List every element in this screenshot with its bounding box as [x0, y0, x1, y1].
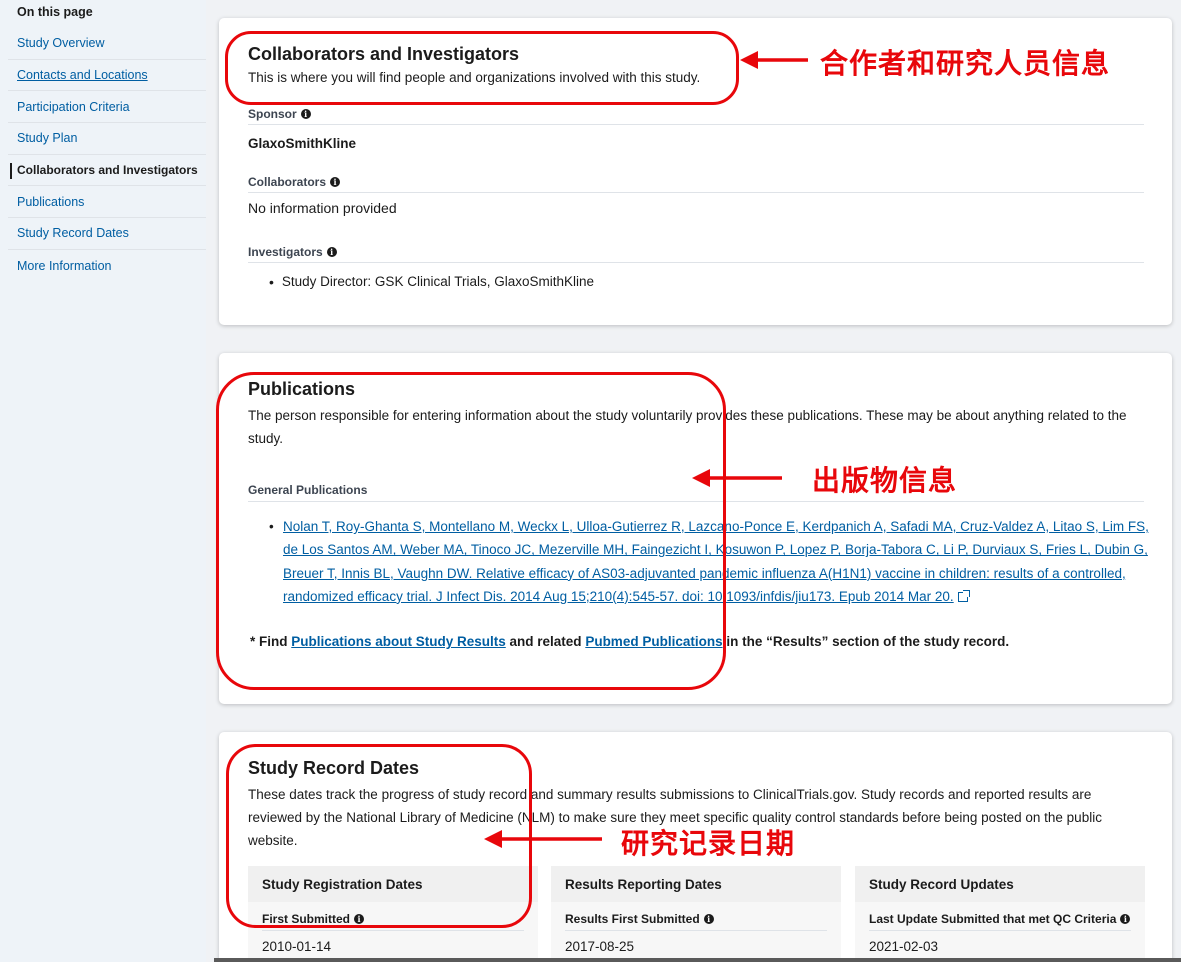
info-circle-icon[interactable]: i — [330, 177, 341, 187]
column-value: 2017-08-25 — [565, 939, 635, 954]
annotation-label-record-dates: 研究记录日期 — [621, 827, 796, 860]
bottom-edge — [214, 958, 1181, 962]
column-header: Results Reporting Dates — [551, 866, 841, 902]
results-reporting-dates-column: Results Reporting Dates Results First Su… — [551, 866, 841, 962]
sidebar-item-more-information[interactable]: More Information — [8, 250, 206, 282]
collaborators-value: No information provided — [248, 200, 397, 216]
divider — [248, 262, 1144, 263]
sidebar-list: Study Overview Contacts and Locations Pa… — [8, 28, 206, 282]
column-field-label: Last Update Submitted that met QC Criter… — [869, 912, 1131, 926]
divider — [869, 930, 1131, 931]
info-circle-icon[interactable]: i — [703, 914, 714, 924]
sidebar-nav: On this page Study Overview Contacts and… — [0, 0, 206, 962]
annotation-arrow-collaborators — [740, 51, 808, 69]
column-value: 2010-01-14 — [262, 939, 332, 954]
info-circle-icon[interactable]: i — [300, 109, 311, 119]
investigator-item: • Study Director: GSK Clinical Trials, G… — [269, 274, 595, 290]
sidebar-item-participation-criteria[interactable]: Participation Criteria — [8, 91, 206, 124]
column-value: 2021-02-03 — [869, 939, 939, 954]
collaborators-label: Collaborators i — [248, 175, 341, 189]
sidebar-item-study-record-dates[interactable]: Study Record Dates — [8, 218, 206, 250]
sidebar-item-study-overview[interactable]: Study Overview — [8, 28, 206, 60]
annotation-arrow-record-dates — [484, 830, 602, 848]
annotation-label-collaborators: 合作者和研究人员信息 — [820, 47, 1111, 80]
sidebar-item-contacts-and-locations[interactable]: Contacts and Locations — [8, 60, 206, 92]
investigators-label: Investigators i — [248, 245, 337, 259]
info-circle-icon[interactable]: i — [1120, 914, 1131, 924]
record-updates-column: Study Record Updates Last Update Submitt… — [855, 866, 1145, 962]
info-circle-icon[interactable]: i — [326, 247, 337, 257]
annotation-box-publications — [216, 372, 726, 690]
column-header: Study Record Updates — [855, 866, 1145, 902]
annotation-label-publications: 出版物信息 — [812, 464, 958, 497]
sponsor-label: Sponsor i — [248, 107, 311, 121]
column-field-label: Results First Submitted i — [565, 912, 714, 926]
sponsor-value: GlaxoSmithKline — [248, 136, 357, 151]
bullet-icon: • — [269, 274, 274, 290]
annotation-arrow-publications — [692, 469, 782, 487]
annotation-box-collaborators — [225, 31, 739, 105]
divider — [248, 124, 1144, 125]
sidebar-item-study-plan[interactable]: Study Plan — [8, 123, 206, 155]
divider — [248, 192, 1144, 193]
sidebar-item-publications[interactable]: Publications — [8, 186, 206, 219]
external-link-icon — [957, 589, 970, 602]
divider — [565, 930, 827, 931]
sidebar-item-collaborators-and-investigators[interactable]: Collaborators and Investigators — [8, 155, 206, 187]
sidebar-title: On this page — [17, 5, 93, 19]
divider — [262, 930, 524, 931]
